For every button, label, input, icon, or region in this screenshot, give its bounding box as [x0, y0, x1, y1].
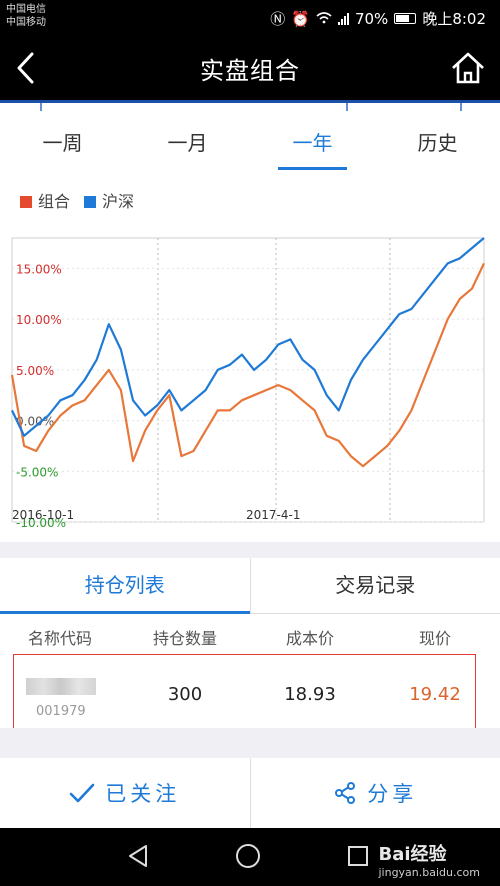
- header-quantity: 持仓数量: [152, 629, 217, 648]
- status-bar: 中国电信 中国移动 Ⓝ ⏰ 70% 晚上8:02: [0, 0, 500, 36]
- battery-percent: 70%: [354, 9, 389, 28]
- baidu-watermark: Bai经验 jingyan.baidu.com: [378, 840, 480, 879]
- share-button[interactable]: 分享: [249, 758, 500, 828]
- signal-icon: [337, 12, 349, 25]
- table-header: 名称代码 持仓数量 成本价 现价: [0, 614, 500, 660]
- legend-hs300: 沪深: [84, 188, 134, 212]
- chart-legend: 组合 沪深: [20, 188, 134, 212]
- clock: 晚上8:02: [422, 10, 486, 28]
- y-tick-label: 5.00%: [16, 364, 54, 378]
- carrier-info: 中国电信 中国移动: [6, 3, 46, 29]
- chart-card: 组合 沪深 15.00% 10.00% 5.00% 0.00% -5.00% -10.00…: [0, 172, 500, 542]
- tab-trades[interactable]: 交易记录: [249, 558, 500, 613]
- cost-value: 18.93: [284, 683, 336, 705]
- battery-icon: [394, 13, 417, 24]
- check-icon: [69, 783, 95, 803]
- legend-portfolio: 组合: [20, 188, 70, 212]
- nav-recent-icon[interactable]: [346, 842, 370, 870]
- nav-back-icon[interactable]: [126, 842, 150, 870]
- y-tick-label: -5.00%: [16, 465, 58, 479]
- period-tabs: 一周 一月 一年 历史: [0, 118, 500, 172]
- tab-year[interactable]: 一年: [250, 118, 375, 172]
- home-button[interactable]: [448, 48, 488, 88]
- carrier-1: 中国电信: [6, 4, 46, 15]
- carrier-2: 中国移动: [6, 17, 46, 28]
- follow-button[interactable]: 已关注: [0, 758, 250, 828]
- tab-positions[interactable]: 持仓列表: [0, 558, 250, 614]
- header-price: 现价: [418, 629, 451, 648]
- tab-month[interactable]: 一月: [125, 118, 250, 172]
- tab-week[interactable]: 一周: [0, 118, 125, 172]
- nav-home-icon[interactable]: [234, 842, 262, 870]
- holdings-tabs: 持仓列表 交易记录: [0, 558, 500, 614]
- quantity-value: 300: [167, 683, 203, 705]
- header-name-code: 名称代码: [27, 629, 92, 648]
- action-bar: 已关注 分享: [0, 758, 500, 828]
- home-icon: [452, 52, 484, 84]
- watermark-brand: Bai经验: [378, 844, 447, 865]
- table-row[interactable]: 001979 300 18.93 19.42: [0, 660, 500, 728]
- blurred-stock-name: [26, 678, 96, 695]
- performance-chart: 15.00%10.00%5.00%0.00%-5.00%-10.00%2016-…: [10, 237, 485, 530]
- share-icon: [335, 782, 356, 804]
- header-cost: 成本价: [285, 629, 334, 648]
- tab-history[interactable]: 历史: [375, 118, 500, 172]
- page-title: 实盘组合: [200, 57, 300, 85]
- y-tick-label: 15.00%: [16, 262, 62, 276]
- nfc-icon: Ⓝ: [270, 10, 286, 28]
- title-bar: 实盘组合: [0, 36, 500, 100]
- plot-area: [11, 237, 485, 523]
- follow-label: 已关注: [105, 782, 181, 806]
- x-tick-label: 2016-10-1: [12, 508, 74, 522]
- status-right: Ⓝ ⏰ 70% 晚上8:02: [270, 8, 486, 29]
- y-tick-label: 10.00%: [16, 313, 62, 327]
- alarm-icon: ⏰: [291, 9, 310, 28]
- stock-code: 001979: [36, 704, 86, 719]
- price-value: 19.42: [409, 683, 461, 705]
- wifi-icon: [316, 10, 332, 28]
- header-divider: [0, 100, 500, 118]
- share-label: 分享: [367, 782, 418, 806]
- name-cell: 001979: [0, 660, 120, 728]
- system-nav-bar: Bai经验 jingyan.baidu.com: [0, 828, 500, 886]
- watermark-url: jingyan.baidu.com: [378, 866, 480, 879]
- x-tick-label: 2017-4-1: [246, 508, 300, 522]
